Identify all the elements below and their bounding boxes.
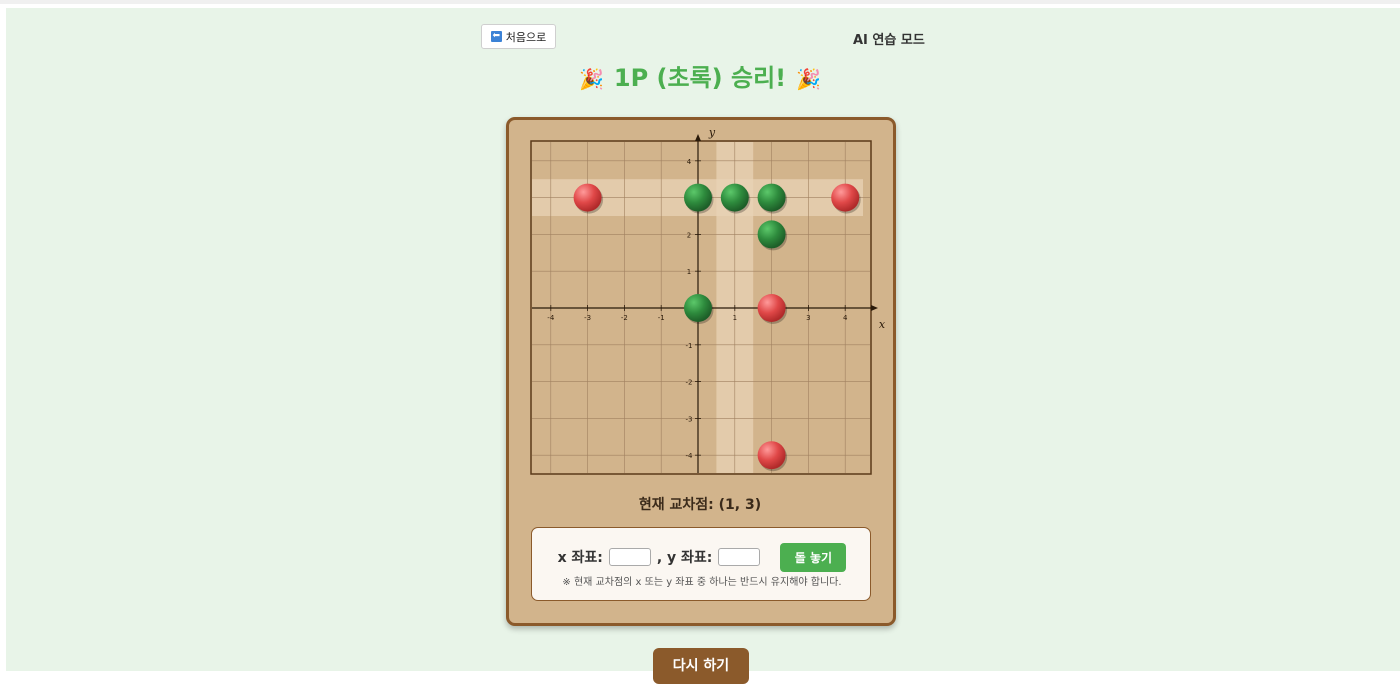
x-tick-label: 3 bbox=[806, 314, 810, 322]
x-axis-arrow-icon bbox=[871, 305, 878, 311]
y-tick-label: -3 bbox=[686, 415, 693, 423]
green-stone bbox=[684, 294, 712, 322]
current-intersection: 현재 교차점: (1, 3) bbox=[638, 497, 762, 513]
red-stone bbox=[757, 441, 786, 470]
place-stone-button[interactable]: 돌 놓기 bbox=[780, 542, 847, 572]
y-tick-label: -2 bbox=[686, 379, 693, 387]
y-coordinate-label: , y 좌표: bbox=[656, 550, 713, 566]
y-tick-label: 2 bbox=[687, 231, 691, 239]
y-coordinate-input[interactable] bbox=[718, 548, 761, 566]
y-tick-label: 1 bbox=[687, 268, 691, 276]
green-stone bbox=[757, 183, 786, 212]
x-tick-label: -1 bbox=[658, 314, 665, 322]
x-tick-label: -2 bbox=[621, 314, 628, 322]
rule-note: ※ 현재 교차점의 x 또는 y 좌표 중 하나는 반드시 유지해야 합니다. bbox=[562, 577, 842, 588]
x-tick-label: -4 bbox=[547, 314, 555, 322]
y-tick-label: -1 bbox=[686, 342, 693, 350]
red-stone bbox=[573, 183, 602, 212]
move-input-row: x 좌표: , y 좌표: 돌 놓기 bbox=[532, 542, 872, 572]
x-tick-label: 1 bbox=[733, 314, 737, 322]
y-axis-label: y bbox=[708, 126, 716, 139]
x-coordinate-input[interactable] bbox=[608, 548, 651, 566]
restart-button[interactable]: 다시 하기 bbox=[653, 648, 749, 684]
green-stone bbox=[720, 183, 749, 212]
green-stone bbox=[757, 220, 786, 249]
green-stone bbox=[684, 183, 712, 212]
x-coordinate-label: x 좌표: bbox=[557, 550, 603, 566]
red-stone bbox=[831, 183, 860, 212]
y-tick-label: -4 bbox=[686, 452, 694, 460]
red-stone bbox=[757, 294, 786, 322]
move-input-panel: x 좌표: , y 좌표: 돌 놓기 ※ 현재 교차점의 x 또는 y 좌표 중… bbox=[531, 527, 871, 601]
y-tick-label: 4 bbox=[687, 158, 692, 166]
x-tick-label: -3 bbox=[584, 314, 591, 322]
y-axis-arrow-icon bbox=[695, 134, 701, 141]
x-tick-label: 4 bbox=[843, 314, 848, 322]
x-axis-label: x bbox=[879, 318, 886, 331]
